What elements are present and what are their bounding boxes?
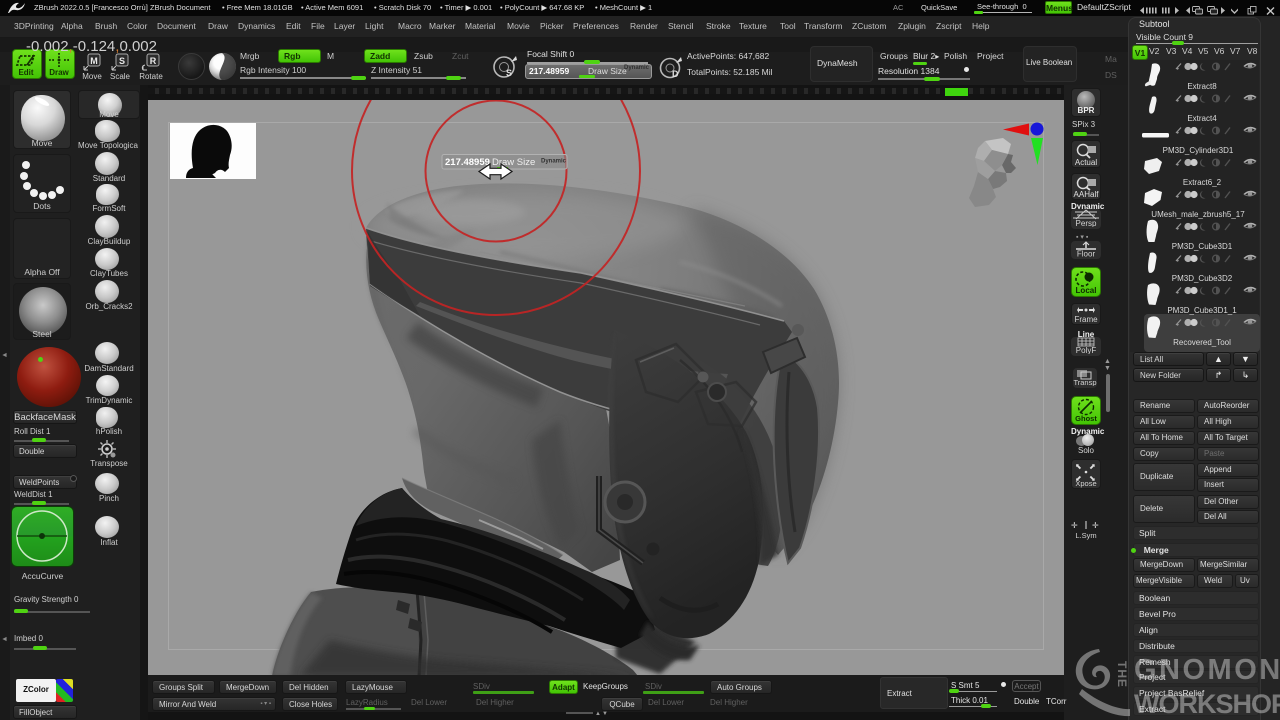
svg-text:Move: Move	[82, 72, 102, 81]
svg-text:Dynamic: Dynamic	[541, 159, 567, 165]
svg-text:L.Sym: L.Sym	[1075, 531, 1096, 540]
svg-text:Frame: Frame	[1074, 315, 1098, 324]
svg-text:✛: ✛	[1092, 521, 1099, 530]
svg-text:AAHalf: AAHalf	[1074, 190, 1100, 199]
svg-text:PolyF: PolyF	[1076, 346, 1097, 354]
svg-text:Edit: Edit	[18, 68, 33, 77]
svg-text:Draw Size: Draw Size	[492, 157, 535, 168]
svg-text:D: D	[672, 69, 679, 79]
svg-text:✛: ✛	[1071, 521, 1078, 530]
svg-text:Xpose: Xpose	[1075, 479, 1096, 488]
svg-text:M: M	[90, 56, 98, 66]
svg-text:Transp: Transp	[1073, 378, 1096, 386]
svg-text:Rotate: Rotate	[139, 72, 163, 81]
svg-text:Ghost: Ghost	[1075, 414, 1097, 423]
svg-text:Actual: Actual	[1075, 158, 1097, 167]
svg-text:Floor: Floor	[1077, 250, 1096, 258]
svg-text:Persp: Persp	[1076, 219, 1097, 227]
svg-text:S: S	[119, 56, 125, 66]
svg-text:S: S	[506, 68, 512, 78]
svg-text:⬈: ⬈	[1089, 462, 1096, 471]
svg-text:Draw: Draw	[49, 68, 69, 77]
svg-text:Local: Local	[1076, 286, 1097, 295]
svg-text:⬉: ⬉	[1075, 462, 1082, 471]
svg-text:R: R	[150, 56, 157, 66]
svg-text:217.48959: 217.48959	[445, 157, 490, 168]
svg-text:Scale: Scale	[110, 72, 131, 81]
